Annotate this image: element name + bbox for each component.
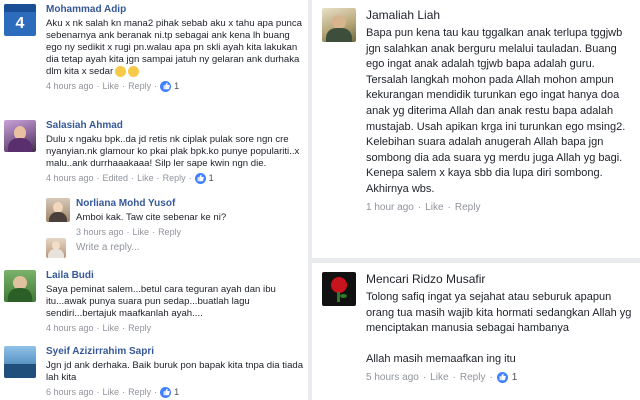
meta-separator: · bbox=[417, 201, 422, 213]
meta-separator: · bbox=[122, 387, 126, 397]
write-reply-box[interactable]: Write a reply... bbox=[46, 238, 304, 258]
comment-author[interactable]: Jamaliah Liah bbox=[366, 8, 638, 22]
smile-emoji-icon bbox=[128, 66, 140, 77]
comment-meta: 1 hour ago · Like · Reply bbox=[366, 202, 638, 213]
avatar-label: 4 bbox=[15, 15, 25, 32]
like-count[interactable]: 1 bbox=[174, 80, 179, 92]
reply-button[interactable]: Reply bbox=[460, 372, 486, 383]
avatar[interactable]: 4 bbox=[4, 4, 36, 36]
like-button[interactable]: Like bbox=[430, 372, 448, 383]
meta-separator: · bbox=[156, 173, 160, 183]
write-reply-placeholder[interactable]: Write a reply... bbox=[76, 242, 140, 253]
comment-text: Tolong safiq ingat ya sejahat atau sebur… bbox=[366, 291, 632, 366]
comment-meta: 4 hours ago · Like · Reply · 1 bbox=[46, 80, 306, 92]
avatar[interactable] bbox=[46, 198, 70, 222]
reply-button[interactable]: Reply bbox=[128, 322, 151, 334]
thumbs-up-icon bbox=[496, 371, 508, 383]
meta-separator: · bbox=[452, 371, 456, 383]
reply-button[interactable]: Reply bbox=[455, 202, 481, 213]
comment-author[interactable]: Syeif Azizirrahim Sapri bbox=[46, 346, 306, 358]
comment-meta: 6 hours ago · Like · Reply · 1 bbox=[46, 386, 306, 398]
smile-emoji-icon bbox=[115, 66, 127, 77]
avatar[interactable] bbox=[4, 270, 36, 302]
left-comments-panel: 4 Mohammad Adip Aku x nk salah kn mana2 … bbox=[0, 0, 308, 400]
meta-separator: · bbox=[422, 371, 427, 383]
like-count[interactable]: 1 bbox=[174, 386, 179, 398]
like-button[interactable]: Like bbox=[103, 80, 120, 92]
meta-separator: · bbox=[96, 387, 100, 397]
like-count[interactable]: 1 bbox=[209, 172, 214, 184]
avatar bbox=[46, 238, 66, 258]
like-button[interactable]: Like bbox=[133, 226, 150, 238]
comment-timestamp[interactable]: 4 hours ago bbox=[46, 80, 94, 92]
meta-separator: · bbox=[122, 323, 126, 333]
meta-separator: · bbox=[96, 173, 100, 183]
like-button[interactable]: Like bbox=[137, 172, 154, 184]
thumbs-up-icon bbox=[160, 386, 172, 398]
comment-text: Jgn jd ank derhaka. Baik buruk pon bapak… bbox=[46, 360, 304, 383]
comment-meta: 5 hours ago · Like · Reply · 1 bbox=[366, 371, 638, 383]
comment-text: Bapa pun kena tau kau tggalkan anak terl… bbox=[366, 27, 626, 195]
reply-button[interactable]: Reply bbox=[128, 386, 151, 398]
avatar[interactable] bbox=[4, 346, 36, 378]
comment-text-content: Aku x nk salah kn mana2 pihak sebab aku … bbox=[46, 18, 303, 78]
reply-author[interactable]: Norliana Mohd Yusof bbox=[76, 198, 306, 210]
reply-button[interactable]: Reply bbox=[128, 80, 151, 92]
reply-timestamp[interactable]: 3 hours ago bbox=[76, 226, 124, 238]
avatar[interactable] bbox=[322, 272, 356, 306]
meta-separator: · bbox=[154, 387, 158, 397]
comment-meta: 4 hours ago · Like · Reply bbox=[46, 322, 306, 334]
meta-separator: · bbox=[131, 173, 135, 183]
avatar[interactable] bbox=[322, 8, 356, 42]
comment-divider bbox=[312, 258, 640, 263]
comment-timestamp[interactable]: 4 hours ago bbox=[46, 172, 94, 184]
like-button[interactable]: Like bbox=[103, 322, 120, 334]
like-count[interactable]: 1 bbox=[512, 372, 518, 383]
meta-separator: · bbox=[188, 173, 192, 183]
comment-text: Aku x nk salah kn mana2 pihak sebab aku … bbox=[46, 18, 306, 78]
comment-timestamp[interactable]: 6 hours ago bbox=[46, 386, 94, 398]
meta-separator: · bbox=[96, 323, 100, 333]
comment-timestamp[interactable]: 4 hours ago bbox=[46, 322, 94, 334]
comment-timestamp[interactable]: 1 hour ago bbox=[366, 202, 414, 213]
comment-author[interactable]: Mencari Ridzo Musafir bbox=[366, 272, 638, 286]
thumbs-up-icon bbox=[160, 80, 172, 92]
thumbs-up-icon bbox=[194, 172, 206, 184]
comment-author[interactable]: Salasiah Ahmad bbox=[46, 120, 306, 132]
meta-separator: · bbox=[96, 81, 100, 92]
comment-author[interactable]: Mohammad Adip bbox=[46, 4, 306, 16]
like-button[interactable]: Like bbox=[103, 386, 120, 398]
meta-separator: · bbox=[154, 81, 158, 92]
comment-meta: 4 hours ago · Edited · Like · Reply · 1 bbox=[46, 172, 306, 184]
comment-timestamp[interactable]: 5 hours ago bbox=[366, 372, 419, 383]
like-button[interactable]: Like bbox=[425, 202, 443, 213]
meta-separator: · bbox=[489, 371, 493, 383]
meta-separator: · bbox=[447, 201, 451, 213]
right-comments-panel: Jamaliah Liah Bapa pun kena tau kau tgga… bbox=[312, 0, 640, 400]
comment-text: Saya peminat salem...betul cara teguran … bbox=[46, 284, 276, 319]
comment-author[interactable]: Laila Budi bbox=[46, 270, 306, 282]
edited-label[interactable]: Edited bbox=[103, 172, 129, 184]
avatar[interactable] bbox=[4, 120, 36, 152]
reply-text: Amboi kak. Taw cite sebenar ke ni? bbox=[76, 212, 227, 223]
meta-separator: · bbox=[152, 227, 156, 237]
reply-button[interactable]: Reply bbox=[158, 226, 181, 238]
reply-meta: 3 hours ago · Like · Reply bbox=[76, 226, 306, 238]
comment-text: Dulu x ngaku bpk..da jd retis nk ciplak … bbox=[46, 134, 300, 169]
meta-separator: · bbox=[122, 81, 126, 92]
meta-separator: · bbox=[126, 227, 130, 237]
reply-button[interactable]: Reply bbox=[163, 172, 186, 184]
